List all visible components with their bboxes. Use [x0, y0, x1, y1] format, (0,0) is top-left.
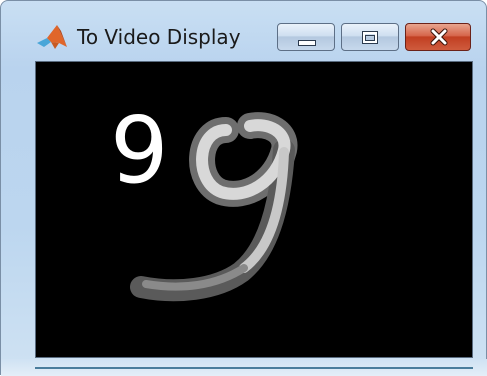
close-button[interactable]	[405, 23, 471, 51]
close-icon	[430, 28, 448, 46]
matlab-logo-icon	[37, 25, 67, 49]
maximize-icon	[362, 31, 378, 44]
video-display-canvas: 9	[35, 61, 473, 358]
title-bar[interactable]: To Video Display	[1, 1, 487, 55]
minimize-icon	[298, 40, 316, 46]
window-title: To Video Display	[77, 25, 241, 49]
maximize-button[interactable]	[341, 23, 399, 51]
minimize-button[interactable]	[277, 23, 335, 51]
video-display-window: To Video Display 9	[0, 0, 487, 376]
small-digit: 9	[110, 97, 169, 204]
video-frame: 9	[110, 97, 298, 302]
status-divider	[35, 367, 473, 369]
